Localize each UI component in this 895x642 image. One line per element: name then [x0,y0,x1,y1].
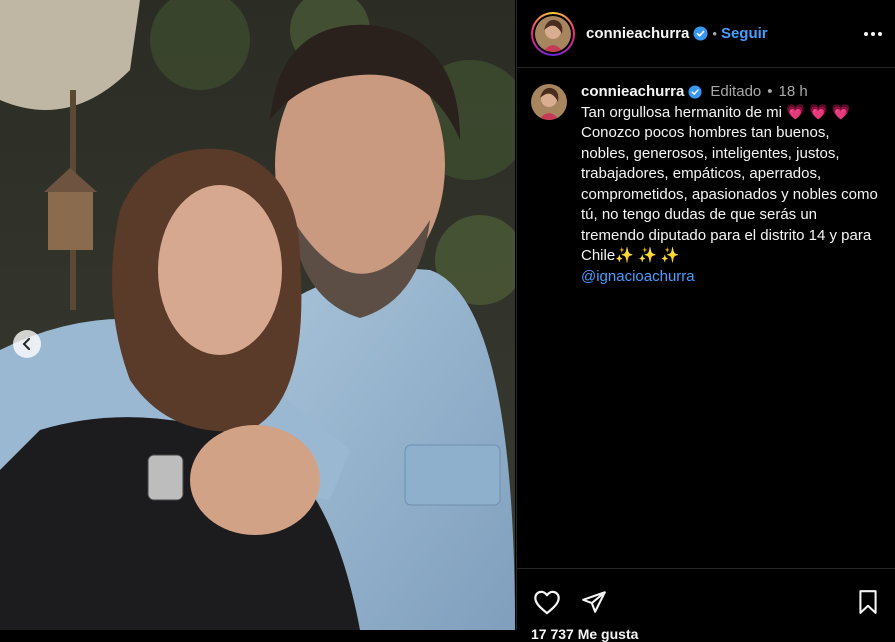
separator-dot: • [767,83,773,100]
hearts-emoji: 💗 💗 💗 [786,103,851,121]
author-username[interactable]: connieachurra [586,25,689,42]
edited-label: Editado [710,83,762,100]
verified-badge-icon [688,85,702,99]
caption-text: Tan orgullosa hermanito de mi 💗 💗 💗 Cono… [581,103,881,267]
mention-link[interactable]: @ignacioachurra [581,267,881,288]
author-avatar[interactable] [531,11,575,56]
post-photo[interactable] [0,0,515,630]
separator-dot: • [712,26,717,41]
post-side-panel: connieachurra • Seguir connieachurra Edi… [516,0,895,642]
share-icon[interactable] [581,589,607,615]
chevron-left-icon [22,338,30,350]
likes-count[interactable]: 17 737 Me gusta [531,626,638,642]
heart-icon[interactable] [533,589,561,615]
verified-badge-icon [693,26,708,41]
caption-line-2: Conozco pocos hombres tan buenos, nobles… [581,124,883,264]
caption-avatar[interactable] [531,84,567,120]
previous-image-button[interactable] [13,330,41,358]
follow-button[interactable]: Seguir [721,25,768,42]
post-header: connieachurra • Seguir [517,0,895,68]
post-timestamp[interactable]: 18 h [779,82,808,103]
bookmark-icon[interactable] [857,589,879,615]
avatar-image [535,15,571,52]
post-image [0,0,515,630]
more-options-icon[interactable] [864,31,882,36]
post-caption: connieachurra Editado • 18 h Tan orgullo… [517,68,895,287]
caption-line-1: Tan orgullosa hermanito de mi [581,103,787,121]
post-actions: 17 737 Me gusta [517,568,895,642]
caption-username[interactable]: connieachurra [581,82,684,103]
sparkles-emoji: ✨ ✨ ✨ [615,247,680,264]
avatar-image [531,84,567,120]
